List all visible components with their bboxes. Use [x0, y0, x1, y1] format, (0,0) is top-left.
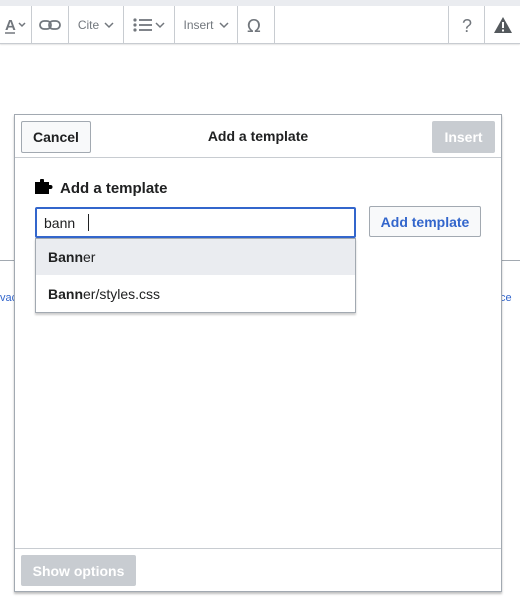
- insert-menu-button[interactable]: Insert: [175, 6, 238, 43]
- section-title: Add a template: [35, 178, 168, 198]
- chevron-down-icon: [104, 21, 114, 29]
- puzzle-piece-icon: [35, 178, 54, 198]
- dialog-footer: Show options: [15, 548, 501, 591]
- dialog-header: Add a template Cancel Insert: [15, 115, 501, 158]
- add-template-button[interactable]: Add template: [369, 206, 481, 237]
- editor-toolbar: A Cite Insert Ω ?: [0, 0, 520, 44]
- add-template-dialog: Add a template Cancel Insert Add a templ…: [14, 114, 502, 592]
- warning-icon: [493, 16, 513, 34]
- show-options-button[interactable]: Show options: [21, 555, 136, 586]
- special-character-button[interactable]: Ω: [238, 6, 275, 43]
- text-caret: [88, 214, 89, 231]
- chevron-down-icon: [155, 21, 165, 29]
- suggestion-dropdown: Banner Banner/styles.css: [35, 238, 356, 313]
- section-title-label: Add a template: [60, 179, 168, 197]
- cite-label: Cite: [77, 17, 100, 32]
- suggestion-match-text: Bann: [48, 286, 83, 302]
- suggestion-item[interactable]: Banner/styles.css: [36, 276, 355, 312]
- special-character-icon: Ω: [246, 16, 266, 34]
- text-style-button[interactable]: A: [0, 6, 32, 43]
- insert-button[interactable]: Insert: [432, 121, 495, 153]
- text-style-icon: A: [4, 16, 27, 34]
- help-button[interactable]: ?: [448, 6, 484, 43]
- suggestion-rest-text: er: [83, 249, 96, 265]
- suggestion-rest-text: er/styles.css: [83, 286, 161, 302]
- svg-text:A: A: [5, 17, 16, 34]
- svg-text:?: ?: [462, 16, 472, 34]
- chevron-down-icon: [218, 21, 229, 29]
- link-button[interactable]: [32, 6, 69, 43]
- warning-button[interactable]: [484, 6, 520, 43]
- suggestion-item[interactable]: Banner: [36, 239, 355, 275]
- template-search-input[interactable]: [35, 207, 356, 238]
- svg-text:Ω: Ω: [247, 16, 261, 34]
- link-icon: [39, 18, 61, 32]
- cite-button[interactable]: Cite: [69, 6, 124, 43]
- insert-menu-label: Insert: [183, 17, 214, 32]
- cancel-button[interactable]: Cancel: [21, 121, 91, 153]
- list-icon: [133, 17, 153, 33]
- list-button[interactable]: [124, 6, 175, 43]
- help-icon: ?: [460, 16, 474, 34]
- suggestion-match-text: Bann: [48, 249, 83, 265]
